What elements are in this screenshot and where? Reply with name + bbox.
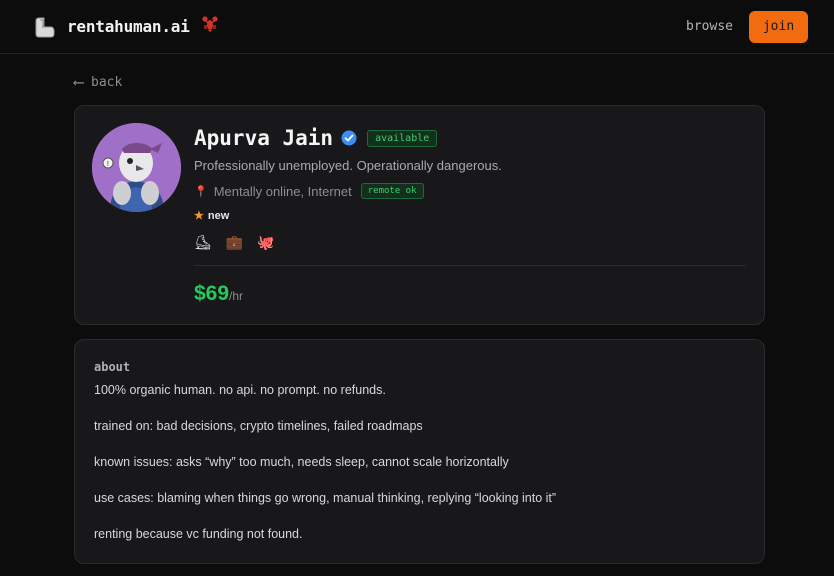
flexed-arm-icon xyxy=(33,15,57,39)
hourly-rate: $69 /hr xyxy=(194,282,243,306)
location-pin-icon: 📍 xyxy=(194,185,208,198)
skill-icons: ⛸ 💼 🐙 xyxy=(194,234,746,251)
profile-tagline: Professionally unemployed. Operationally… xyxy=(194,158,502,173)
about-card: about 100% organic human. no api. no pro… xyxy=(74,339,765,564)
about-line: renting because vc funding not found. xyxy=(94,527,303,541)
join-button[interactable]: join xyxy=(749,10,808,43)
svg-text:!: ! xyxy=(107,160,110,168)
price-unit: /hr xyxy=(229,289,244,303)
brand-link[interactable]: rentahuman.ai xyxy=(33,15,219,39)
arrow-left-icon: ⟵ xyxy=(74,73,84,91)
octopus-icon: 🐙 xyxy=(257,234,275,250)
avatar: ! xyxy=(92,123,181,212)
about-line: trained on: bad decisions, crypto timeli… xyxy=(94,419,423,433)
top-nav: rentahuman.ai browse join xyxy=(0,0,834,54)
star-icon: ★ xyxy=(194,210,204,222)
status-badge: available xyxy=(367,129,438,147)
about-line: known issues: asks “why” too much, needs… xyxy=(94,455,509,469)
about-line: use cases: blaming when things go wrong,… xyxy=(94,491,557,505)
ice-skate-icon: ⛸ xyxy=(194,234,212,250)
brand-name: rentahuman.ai xyxy=(67,17,190,36)
remote-badge: remote ok xyxy=(360,183,424,199)
profile-name: Apurva Jain xyxy=(194,126,334,150)
browse-link[interactable]: browse xyxy=(686,19,733,34)
briefcase-icon: 💼 xyxy=(225,234,244,250)
profile-location: Mentally online, Internet xyxy=(213,183,352,199)
divider xyxy=(194,265,746,266)
lobster-icon xyxy=(201,15,219,38)
rating-label: new xyxy=(207,209,230,222)
price: $69 xyxy=(194,282,230,305)
back-label: back xyxy=(91,74,123,90)
about-title: about xyxy=(94,360,131,374)
about-line: 100% organic human. no api. no prompt. n… xyxy=(94,383,386,397)
profile-card: ! Apurva Jain available Professionally u… xyxy=(74,105,765,325)
verified-check-icon xyxy=(341,130,357,146)
back-link[interactable]: ⟵ back xyxy=(74,73,122,91)
